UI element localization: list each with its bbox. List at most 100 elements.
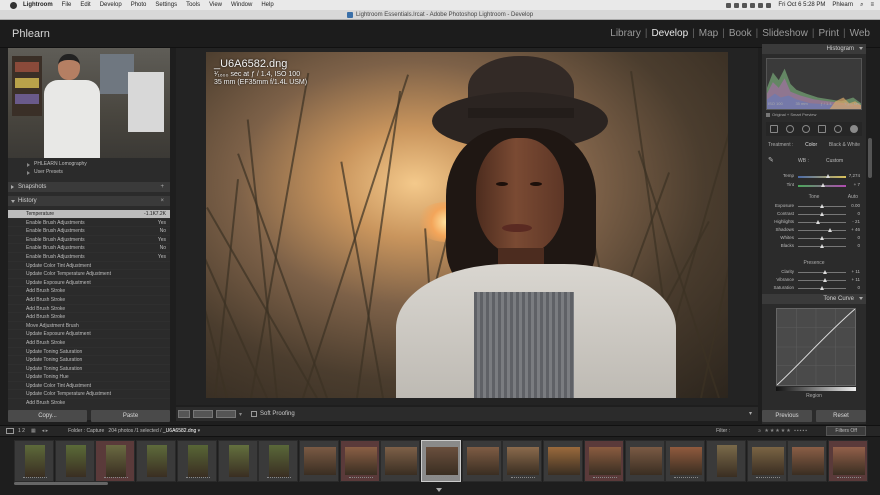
slider-knob[interactable]: [825, 174, 830, 178]
spot-removal-icon[interactable]: [786, 125, 794, 133]
nav-arrows-icon[interactable]: ◂ ▸: [42, 428, 48, 434]
menu-tools[interactable]: Tools: [186, 2, 200, 8]
filmstrip-thumbnail[interactable]: [543, 440, 584, 482]
filmstrip-thumbnail[interactable]: [583, 440, 624, 482]
history-item[interactable]: Enable Brush Adjustments Yes: [8, 236, 170, 245]
photo-preview[interactable]: _U6A6582.dng ¹⁄₁₆₀₀ sec at ƒ / 1.4, ISO …: [206, 52, 728, 398]
slider-exposure[interactable]: Exposure 0.00: [766, 202, 862, 210]
slider-value[interactable]: + 11: [851, 277, 860, 282]
history-item[interactable]: Update Color Temperature Adjustment: [8, 390, 170, 400]
menu-app[interactable]: Lightroom: [23, 2, 53, 8]
previous-button[interactable]: Previous: [762, 410, 812, 422]
slider-value[interactable]: 7,274: [849, 173, 860, 178]
menu-develop[interactable]: Develop: [100, 2, 122, 8]
adjustment-brush-icon[interactable]: [850, 125, 858, 133]
window-pages[interactable]: 1 2: [18, 428, 25, 434]
history-item[interactable]: Add Brush Stroke: [8, 296, 170, 305]
slider-knob[interactable]: [820, 244, 824, 248]
histogram-header[interactable]: Histogram: [762, 44, 866, 54]
slider-contrast[interactable]: Contrast 0: [766, 210, 862, 218]
slider-knob[interactable]: [820, 204, 824, 208]
history-item[interactable]: Add Brush Stroke: [8, 287, 170, 296]
slider-value[interactable]: + 7: [854, 182, 860, 187]
eyedropper-icon[interactable]: ✎: [768, 156, 774, 164]
clock[interactable]: Fri Oct 6 5:28 PM: [778, 2, 825, 8]
history-item[interactable]: Enable Brush Adjustments No: [8, 244, 170, 253]
add-snapshot-icon[interactable]: +: [160, 182, 164, 192]
history-item[interactable]: Temperature -1.1K 7.2K: [8, 210, 170, 219]
slider-track[interactable]: [798, 222, 846, 223]
history-item[interactable]: Add Brush Stroke: [8, 339, 170, 348]
module-web[interactable]: Web: [846, 28, 874, 39]
slider-value[interactable]: 0: [857, 243, 860, 248]
chevron-down-icon[interactable]: ▾: [239, 411, 242, 418]
toolbar-menu-icon[interactable]: ▾: [749, 410, 752, 417]
slider-temp[interactable]: Temp 7,274: [766, 172, 862, 180]
preset-folder[interactable]: User Presets: [8, 168, 170, 176]
slider-knob[interactable]: [827, 228, 832, 232]
history-item[interactable]: Update Exposure Adjustment: [8, 279, 170, 288]
slider-highlights[interactable]: Highlights - 21: [766, 218, 862, 226]
slider-knob[interactable]: [820, 212, 824, 216]
clear-history-icon[interactable]: ×: [160, 196, 164, 206]
crop-icon[interactable]: [770, 125, 778, 133]
slider-value[interactable]: 0: [857, 211, 860, 216]
filmstrip-thumbnail[interactable]: [176, 440, 217, 482]
menu-window[interactable]: Window: [231, 2, 252, 8]
menu-help[interactable]: Help: [261, 2, 273, 8]
menu-list-icon[interactable]: ≡: [870, 2, 874, 8]
status-tray-icons[interactable]: [726, 2, 772, 8]
graduated-filter-icon[interactable]: [818, 125, 826, 133]
module-map[interactable]: Map: [695, 28, 722, 39]
history-item[interactable]: Enable Brush Adjustments Yes: [8, 253, 170, 262]
history-item[interactable]: Update Color Tint Adjustment: [8, 382, 170, 391]
tone-curve-graph[interactable]: [776, 308, 856, 386]
menu-view[interactable]: View: [209, 2, 222, 8]
history-item[interactable]: Update Color Temperature Adjustment: [8, 270, 170, 279]
history-item[interactable]: Update Exposure Adjustment: [8, 330, 170, 339]
preset-folder[interactable]: PHLEARN Lomography: [8, 160, 170, 168]
loupe-view-icon[interactable]: [178, 410, 190, 418]
slider-value[interactable]: 0: [857, 235, 860, 240]
slider-value[interactable]: 0: [857, 285, 860, 290]
filmstrip-thumbnail[interactable]: [787, 440, 828, 482]
history-item[interactable]: Add Brush Stroke: [8, 313, 170, 322]
filmstrip-thumbnail[interactable]: [461, 440, 502, 482]
reset-button[interactable]: Reset: [816, 410, 866, 422]
red-eye-icon[interactable]: [802, 125, 810, 133]
slider-value[interactable]: + 46: [851, 227, 860, 232]
paste-button[interactable]: Paste: [91, 410, 170, 422]
slider-clarity[interactable]: Clarity + 11: [766, 268, 862, 276]
menu-settings[interactable]: Settings: [155, 2, 177, 8]
filmstrip-thumbnail[interactable]: [298, 440, 339, 482]
search-icon[interactable]: ⌕: [860, 2, 863, 9]
expand-bottom-icon[interactable]: [436, 488, 442, 492]
filmstrip-thumbnail[interactable]: [746, 440, 787, 482]
copy-button[interactable]: Copy...: [8, 410, 87, 422]
slider-knob[interactable]: [822, 278, 827, 282]
slider-value[interactable]: 0.00: [851, 203, 860, 208]
history-item[interactable]: Add Brush Stroke: [8, 399, 170, 405]
menu-photo[interactable]: Photo: [131, 2, 147, 8]
slider-track[interactable]: [798, 176, 846, 178]
slider-value[interactable]: - 21: [852, 219, 860, 224]
history-header[interactable]: History ×: [8, 196, 170, 206]
auto-button[interactable]: Auto: [848, 194, 858, 200]
menu-edit[interactable]: Edit: [80, 2, 90, 8]
filmstrip-thumbnail[interactable]: [624, 440, 665, 482]
module-book[interactable]: Book: [725, 28, 756, 39]
filmstrip-thumbnail[interactable]: [421, 440, 461, 482]
history-item[interactable]: Update Color Tint Adjustment: [8, 262, 170, 271]
right-panel-scrollbar[interactable]: [868, 138, 872, 178]
module-print[interactable]: Print: [814, 28, 843, 39]
before-after-split-icon[interactable]: [216, 410, 236, 418]
filmstrip-thumbnail[interactable]: [705, 440, 746, 482]
filmstrip-thumbnail[interactable]: [14, 440, 54, 482]
filmstrip-thumbnail[interactable]: [258, 440, 299, 482]
original-smart-preview[interactable]: Original + Smart Preview: [766, 112, 816, 117]
history-item[interactable]: Update Toning Saturation: [8, 356, 170, 365]
history-item[interactable]: Update Toning Saturation: [8, 348, 170, 357]
filmstrip-thumbnail[interactable]: [828, 440, 868, 482]
slider-blacks[interactable]: Blacks 0: [766, 242, 862, 250]
filters-dropdown[interactable]: Filters Off: [826, 426, 866, 436]
